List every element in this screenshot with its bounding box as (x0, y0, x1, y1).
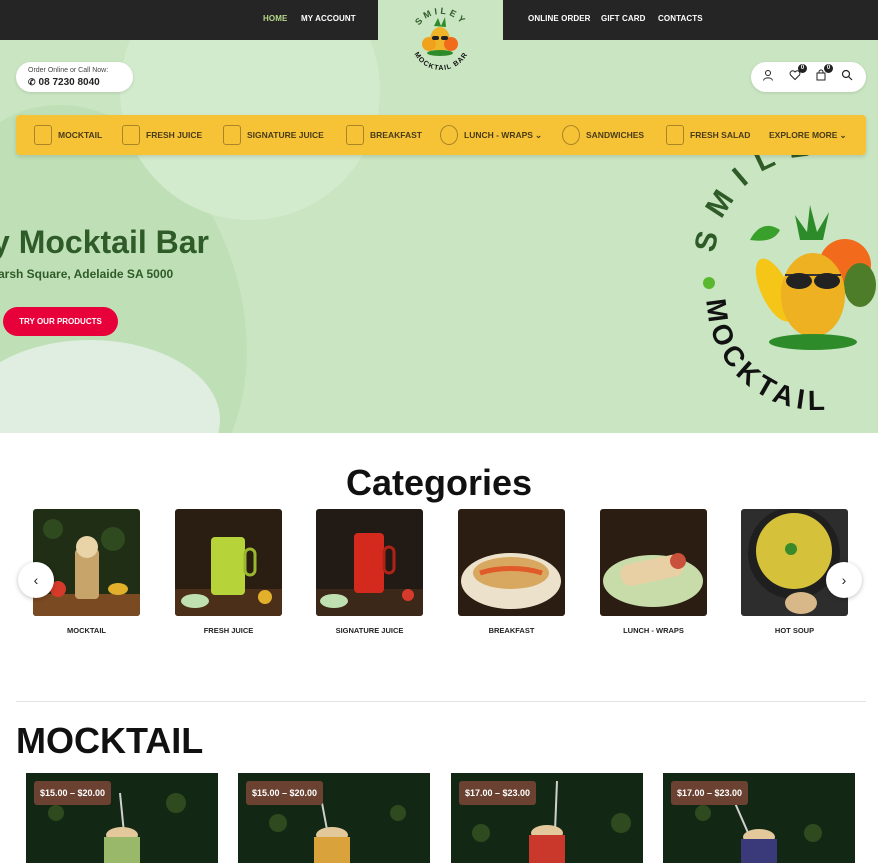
phone-icon: ✆ (28, 77, 36, 87)
glass-icon (34, 125, 52, 145)
header-icons: 0 0 (751, 62, 866, 92)
phone-number[interactable]: ✆ 08 7230 8040 (28, 77, 100, 88)
dot-icon (703, 277, 715, 289)
catnav-label: SANDWICHES (586, 130, 645, 140)
catnav-label: FRESH JUICE (146, 130, 203, 140)
category-card-signature-juice[interactable] (316, 509, 423, 616)
nav-gift-card[interactable]: GIFT CARD (601, 14, 645, 23)
juice-icon (122, 125, 140, 145)
pineapple-icon (750, 205, 876, 350)
category-image (316, 509, 423, 616)
hero-address: arsh Square, Adelaide SA 5000 (0, 267, 174, 281)
chevron-down-icon: ⌄ (534, 129, 543, 140)
category-card-hot-soup[interactable] (741, 509, 848, 616)
category-label: MOCKTAIL (66, 626, 107, 635)
product-card[interactable]: $17.00 – $23.00 (663, 773, 855, 863)
page: HOME MY ACCOUNT ONLINE ORDER GIFT CARD C… (0, 0, 878, 863)
cart-count-badge: 0 (824, 64, 833, 73)
wrap-icon (440, 125, 458, 145)
category-image (175, 509, 282, 616)
category-card-lunch-wraps[interactable] (600, 509, 707, 616)
catnav-label: LUNCH - WRAPS (464, 130, 533, 140)
pineapple-icon (422, 17, 458, 56)
salad-icon (666, 125, 684, 145)
catnav-item-breakfast[interactable]: BREAKFAST (346, 115, 422, 155)
category-label: BREAKFAST (488, 626, 535, 635)
product-card[interactable]: $17.00 – $23.00 (451, 773, 643, 863)
catnav-label: EXPLORE MORE (769, 130, 838, 140)
price-tag: $15.00 – $20.00 (246, 781, 324, 805)
catnav-label: BREAKFAST (370, 130, 422, 140)
wishlist-count-badge: 0 (798, 64, 807, 73)
carousel-next-button[interactable]: › (826, 562, 862, 598)
call-label: Order Online or Call Now: (28, 67, 109, 74)
cup-icon (223, 125, 241, 145)
price-tag: $17.00 – $23.00 (671, 781, 749, 805)
product-card[interactable]: $15.00 – $20.00 (26, 773, 218, 863)
cart-icon[interactable]: 0 (814, 64, 833, 83)
logo-top-text: SMILEY (413, 6, 466, 27)
catnav-item-sandwiches[interactable]: SANDWICHES (562, 115, 644, 155)
catnav-item-lunch-wraps[interactable]: LUNCH - WRAPS ⌄ (440, 115, 542, 155)
section-divider (16, 701, 866, 702)
try-products-button[interactable]: TRY OUR PRODUCTS (3, 307, 118, 336)
category-card-breakfast[interactable] (458, 509, 565, 616)
carousel-prev-button[interactable]: ‹ (18, 562, 54, 598)
user-icon[interactable] (761, 69, 775, 83)
category-card-mocktail[interactable] (33, 509, 140, 616)
chevron-left-icon: ‹ (33, 572, 39, 588)
catnav-item-explore-more[interactable]: EXPLORE MORE ⌄ (769, 115, 847, 155)
breakfast-icon (346, 125, 364, 145)
category-nav: MOCKTAIL FRESH JUICE SIGNATURE JUICE BRE… (16, 115, 866, 155)
price-tag: $17.00 – $23.00 (459, 781, 537, 805)
catnav-item-fresh-juice[interactable]: FRESH JUICE (122, 115, 202, 155)
chevron-right-icon: › (841, 572, 847, 588)
catnav-item-fresh-salad[interactable]: FRESH SALAD (666, 115, 750, 155)
catnav-label: SIGNATURE JUICE (247, 130, 324, 140)
product-card[interactable]: $15.00 – $20.00 (238, 773, 430, 863)
sandwich-icon (562, 125, 580, 145)
nav-my-account[interactable]: MY ACCOUNT (301, 14, 356, 23)
category-card-fresh-juice[interactable] (175, 509, 282, 616)
categories-title: Categories (345, 462, 533, 503)
nav-home[interactable]: HOME (263, 14, 287, 23)
mocktail-section-title: MOCKTAIL (16, 720, 204, 761)
call-box[interactable]: Order Online or Call Now: ✆ 08 7230 8040 (16, 62, 133, 92)
category-image (741, 509, 848, 616)
hero-title: y Mocktail Bar (0, 224, 209, 260)
category-label: LUNCH - WRAPS (623, 626, 684, 635)
catnav-label: MOCKTAIL (58, 130, 103, 140)
category-label: SIGNATURE JUICE (335, 626, 404, 635)
category-label: FRESH JUICE (203, 626, 254, 635)
category-image (458, 509, 565, 616)
chevron-down-icon: ⌄ (839, 129, 847, 140)
wishlist-icon[interactable]: 0 (788, 64, 807, 83)
phone-number-text: 08 7230 8040 (38, 77, 100, 88)
category-image (600, 509, 707, 616)
catnav-item-mocktail[interactable]: MOCKTAIL (34, 115, 102, 155)
category-image (33, 509, 140, 616)
catnav-item-signature-juice[interactable]: SIGNATURE JUICE (223, 115, 324, 155)
svg-text:SMILEY: SMILEY (413, 6, 469, 27)
nav-online-order[interactable]: ONLINE ORDER (528, 14, 591, 23)
nav-contacts[interactable]: CONTACTS (658, 14, 703, 23)
hero-logo-badge: SMILE MOCKTAIL (689, 128, 878, 416)
search-icon[interactable] (840, 69, 854, 83)
category-label: HOT SOUP (774, 626, 815, 635)
catnav-label: FRESH SALAD (690, 130, 751, 140)
site-logo[interactable]: SMILEY MOCKTAIL BAR (378, 0, 503, 96)
price-tag: $15.00 – $20.00 (34, 781, 112, 805)
